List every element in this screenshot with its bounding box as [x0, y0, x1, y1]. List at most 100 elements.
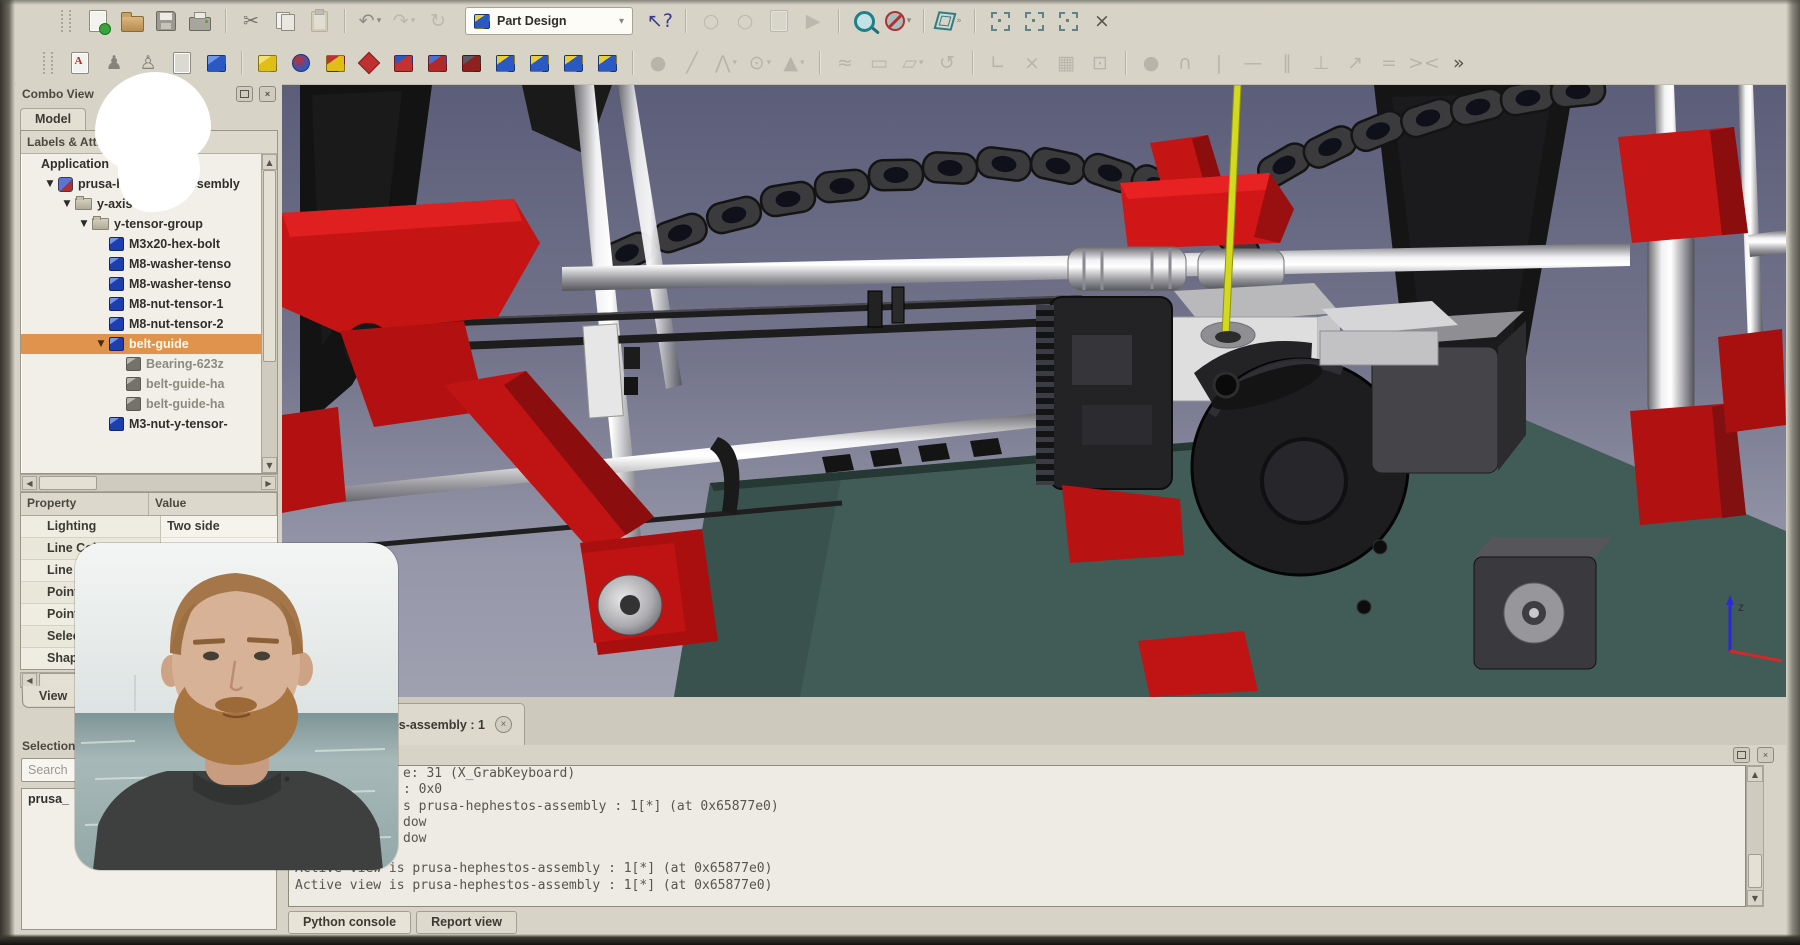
scroll-thumb[interactable]: [1748, 854, 1762, 888]
cut-icon[interactable]: ✂: [234, 5, 268, 37]
tab-model[interactable]: Model: [20, 108, 86, 130]
tree-item-label: belt-guide-ha: [146, 397, 224, 411]
toolbar-separator: [972, 51, 973, 75]
part-box-icon[interactable]: [199, 47, 233, 79]
point-on-object-icon: ×: [1024, 54, 1040, 73]
fillet-icon: [496, 55, 515, 72]
console-vertical-scrollbar[interactable]: ▲ ▼: [1746, 765, 1764, 907]
tab-report-view[interactable]: Report view: [416, 911, 517, 934]
lock-constraint-icon: ●: [1143, 54, 1160, 73]
symmetric-constraint-icon: ><: [1406, 47, 1442, 79]
expander-icon[interactable]: ▼: [95, 339, 107, 349]
isometric-view-icon[interactable]: »: [932, 5, 966, 37]
property-column-header[interactable]: Property: [21, 493, 149, 515]
selection-box-icon-1[interactable]: [983, 5, 1017, 37]
tree-item-m8-nut-tensor-1[interactable]: M8-nut-tensor-1: [21, 294, 262, 314]
export-pdf-icon[interactable]: [63, 47, 97, 79]
scroll-up-button[interactable]: ▲: [262, 154, 277, 170]
tree-item-label: M8-nut-tensor-2: [129, 317, 223, 331]
boolean-cut-icon[interactable]: [386, 47, 420, 79]
scroll-thumb[interactable]: [263, 170, 276, 362]
fillet-icon[interactable]: [488, 47, 522, 79]
sketch-line-icon: ╱: [675, 47, 709, 79]
copy-icon[interactable]: [268, 5, 302, 37]
dock-close-button[interactable]: ×: [259, 86, 276, 102]
undo-icon[interactable]: ↶▾: [353, 5, 387, 37]
tree-item-m3-nut-y-tensor-[interactable]: M3-nut-y-tensor-: [21, 414, 262, 434]
expander-icon[interactable]: ▼: [78, 219, 90, 229]
print-icon[interactable]: [183, 5, 217, 37]
new-file-icon[interactable]: [81, 5, 115, 37]
console-line: e: 31 (X_GrabKeyboard): [289, 766, 1745, 782]
carbon-copy-icon: ⊡: [1083, 47, 1117, 79]
tree-item-m8-washer-tenso[interactable]: M8-washer-tenso: [21, 274, 262, 294]
property-row[interactable]: LightingTwo side: [21, 516, 277, 538]
revolve-icon[interactable]: [284, 47, 318, 79]
tree-item-m8-washer-tenso[interactable]: M8-washer-tenso: [21, 254, 262, 274]
save-icon[interactable]: [149, 5, 183, 37]
tree-item-y-tensor-group[interactable]: ▼ y-tensor-group: [21, 214, 262, 234]
dock-float-button[interactable]: [1733, 747, 1750, 763]
tree-item-label: M8-washer-tenso: [129, 257, 231, 271]
scroll-thumb[interactable]: [39, 476, 97, 490]
tab-close-icon[interactable]: ×: [495, 716, 512, 733]
scroll-up-button[interactable]: ▲: [1747, 766, 1763, 782]
svg-text:z: z: [1738, 600, 1744, 614]
value-column-header[interactable]: Value: [149, 493, 277, 515]
overflow-icon: »: [956, 16, 962, 26]
copy-icon: [276, 12, 295, 31]
selection-box-icon-3[interactable]: [1051, 5, 1085, 37]
tree-item-belt-guide[interactable]: ▼belt-guide: [21, 334, 262, 354]
tree-item-m3x20-hex-bolt[interactable]: M3x20-hex-bolt: [21, 234, 262, 254]
chamfer-icon: [530, 55, 549, 72]
property-value[interactable]: Two side: [161, 516, 277, 538]
fit-all-icon[interactable]: [847, 5, 881, 37]
chamfer-icon[interactable]: [522, 47, 556, 79]
workbench-selector[interactable]: Part Design▾: [465, 7, 633, 35]
groove-icon[interactable]: [352, 47, 386, 79]
tree-item-bearing-623z[interactable]: Bearing-623z: [21, 354, 262, 374]
scroll-down-button[interactable]: ▼: [1747, 890, 1763, 906]
datum-icon: ♙: [139, 54, 156, 73]
python-console-dock: × e: 31 (X_GrabKeyboard): 0x0s prusa-hep…: [282, 745, 1786, 935]
tangent-constraint-icon: ↗: [1338, 47, 1372, 79]
expander-icon[interactable]: ▼: [44, 179, 56, 189]
toolbar-standard: ✂↶▾↷▾↻Part Design▾↖?○○▶▾»×: [15, 0, 1786, 43]
tree-horizontal-scrollbar[interactable]: ◀ ▶: [20, 474, 278, 492]
scroll-down-button[interactable]: ▼: [262, 457, 277, 473]
open-file-icon[interactable]: [115, 5, 149, 37]
part-body-icon[interactable]: ♟: [97, 47, 131, 79]
redo-icon: ↷▾: [387, 5, 421, 37]
pad-icon[interactable]: [250, 47, 284, 79]
whats-this-icon[interactable]: ↖?: [643, 5, 677, 37]
revolve-icon: [292, 54, 310, 72]
tree-item-label: y-tensor-group: [114, 217, 203, 231]
3d-viewport[interactable]: z x: [282, 85, 1786, 698]
boolean-common-icon[interactable]: [454, 47, 488, 79]
python-console-output[interactable]: e: 31 (X_GrabKeyboard): 0x0s prusa-hephe…: [288, 765, 1746, 907]
draw-style-icon[interactable]: ▾: [881, 5, 915, 37]
toolbar-handle[interactable]: [61, 10, 71, 32]
expander-icon[interactable]: ▼: [61, 199, 73, 209]
toolbar-overflow-icon[interactable]: »: [1442, 47, 1476, 79]
boolean-common-icon: [462, 55, 481, 72]
tab-python-console[interactable]: Python console: [288, 911, 411, 934]
tree-item-belt-guide-ha[interactable]: belt-guide-ha: [21, 394, 262, 414]
thickness-icon[interactable]: [590, 47, 624, 79]
selection-box-icon-2[interactable]: [1017, 5, 1051, 37]
dock-float-button[interactable]: [236, 86, 253, 102]
pocket-icon[interactable]: [318, 47, 352, 79]
groove-icon: [358, 52, 381, 75]
dock-close-button[interactable]: ×: [1757, 747, 1774, 763]
tree-vertical-scrollbar[interactable]: ▲ ▼: [261, 154, 277, 473]
scroll-left-button[interactable]: ◀: [22, 476, 37, 490]
boolean-union-icon[interactable]: [420, 47, 454, 79]
chevron-down-icon: ▾: [377, 16, 382, 26]
scroll-right-button[interactable]: ▶: [261, 476, 276, 490]
tree-item-belt-guide-ha[interactable]: belt-guide-ha: [21, 374, 262, 394]
toolbar-separator: [974, 9, 975, 33]
clip-plane-icon[interactable]: ×: [1085, 5, 1119, 37]
toolbar-handle[interactable]: [43, 52, 53, 74]
tree-item-m8-nut-tensor-2[interactable]: M8-nut-tensor-2: [21, 314, 262, 334]
draft-icon[interactable]: [556, 47, 590, 79]
